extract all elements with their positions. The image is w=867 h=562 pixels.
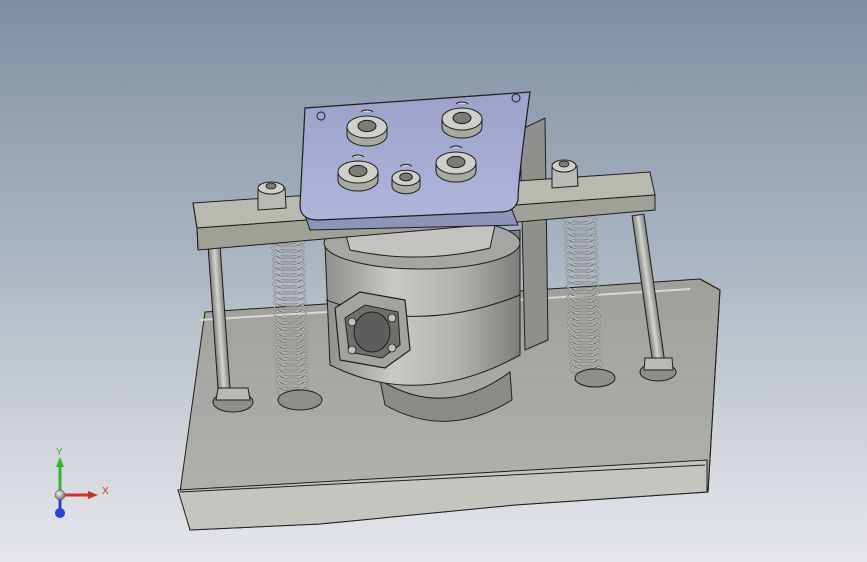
side-flange (334, 291, 411, 369)
boss-hole (446, 155, 466, 169)
triad-origin (54, 489, 66, 501)
screw-head (455, 101, 469, 105)
z-axis-head (55, 508, 65, 518)
top-mounting-plate (299, 91, 531, 231)
boss-hole (357, 119, 377, 133)
boss-hole (399, 172, 413, 182)
cad-viewport[interactable]: X Y (0, 0, 867, 562)
boss-hole (348, 164, 368, 178)
base-nut-right (639, 357, 677, 382)
y-axis-head (56, 457, 64, 467)
x-axis-head (88, 491, 98, 499)
screw-head (360, 109, 374, 113)
triad-y-label: Y (56, 447, 63, 458)
crossbar-nut-left (257, 181, 287, 211)
screw-head (399, 163, 413, 167)
coordinate-triad: X Y (54, 447, 109, 518)
crossbar-nut-right (551, 159, 579, 189)
spring-seat-left (277, 389, 323, 411)
screw-head (351, 154, 365, 158)
back-bracket (519, 117, 549, 351)
base-nut-left (212, 387, 254, 413)
boss-hole (452, 111, 472, 125)
spring-seat-right (574, 368, 616, 388)
triad-x-label: X (102, 486, 109, 497)
screw-head (449, 145, 463, 149)
model-view[interactable]: X Y (0, 0, 867, 562)
